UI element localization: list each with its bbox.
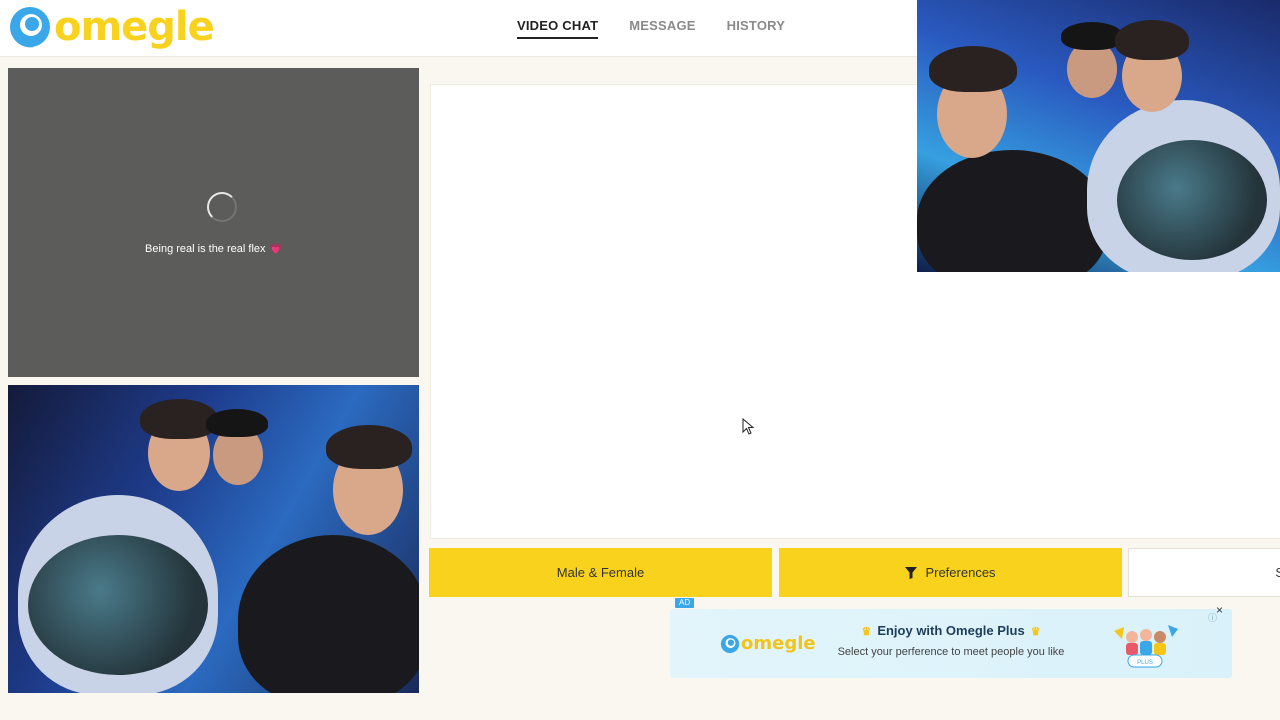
ad-tag: AD [675, 598, 695, 608]
nav-message[interactable]: MESSAGE [629, 18, 695, 39]
heart-icon: 💗 [269, 244, 282, 255]
preferences-label: Preferences [925, 565, 996, 580]
preferences-button[interactable]: Preferences [779, 548, 1122, 597]
omegle-plus-ad[interactable]: omegle ♛ Enjoy with Omegle Plus ♛ Select y… [670, 603, 1232, 678]
status-message: Being real is the real flex 💗 [8, 243, 419, 255]
filter-icon [905, 566, 918, 579]
person-back-cap [206, 409, 268, 437]
crown-icon: ♛ [861, 626, 872, 638]
ad-title-text: Enjoy with Omegle Plus [877, 623, 1025, 638]
self-video-pane [8, 385, 419, 693]
overlay-person-left-body [917, 150, 1107, 272]
overlay-person-right-hair [1115, 20, 1189, 60]
overlay-camera-feed [917, 0, 1280, 272]
start-button[interactable]: S [1128, 548, 1280, 597]
crown-icon: ♛ [1030, 626, 1041, 638]
loading-spinner-icon [207, 192, 237, 222]
mouse-cursor-icon [742, 418, 755, 435]
main-nav: VIDEO CHAT MESSAGE HISTORY [517, 18, 816, 39]
ad-people-illustration: PLUS [1114, 625, 1178, 668]
person-right-hair [326, 425, 412, 469]
logo-text: omegle [54, 4, 215, 50]
guitar-body [28, 535, 208, 675]
ad-close-icon[interactable]: × [1216, 603, 1223, 617]
gender-filter-button[interactable]: Male & Female [429, 548, 772, 597]
overlay-person-back-cap [1061, 22, 1123, 50]
person-right-body [238, 535, 419, 693]
ad-badge-text: PLUS [1137, 660, 1153, 666]
nav-history[interactable]: HISTORY [727, 18, 785, 39]
omegle-logo[interactable]: omegle [8, 4, 215, 50]
omegle-logo-icon [10, 7, 50, 48]
start-label: S [1275, 565, 1280, 580]
nav-video-chat[interactable]: VIDEO CHAT [517, 18, 599, 39]
stranger-video-pane: Being real is the real flex 💗 [8, 68, 419, 377]
overlay-guitar-body [1117, 140, 1267, 260]
status-text: Being real is the real flex [145, 243, 266, 255]
overlay-person-left-hair [929, 46, 1017, 92]
gender-filter-label: Male & Female [556, 565, 645, 580]
